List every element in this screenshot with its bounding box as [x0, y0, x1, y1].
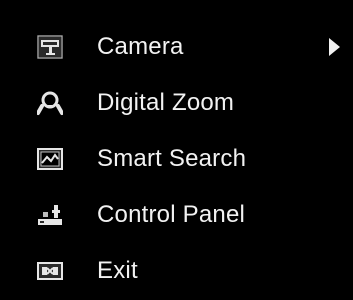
menu-item-label: Camera	[97, 33, 184, 60]
menu-item-camera[interactable]: Camera	[0, 21, 353, 75]
menu-item-smart-search[interactable]: Smart Search	[0, 133, 353, 187]
digital-zoom-icon	[37, 89, 63, 117]
menu-item-label: Digital Zoom	[97, 89, 235, 116]
menu-item-label: Exit	[97, 257, 138, 284]
context-menu: Camera Digital Zoom Smart Search Control…	[0, 0, 353, 300]
menu-item-label: Smart Search	[97, 145, 247, 172]
menu-item-exit[interactable]: Exit	[0, 245, 353, 299]
exit-icon	[37, 257, 63, 285]
menu-item-digital-zoom[interactable]: Digital Zoom	[0, 77, 353, 131]
smart-search-icon	[37, 145, 63, 173]
submenu-arrow-icon	[329, 38, 340, 56]
camera-icon	[37, 33, 63, 61]
menu-item-label: Control Panel	[97, 201, 246, 228]
menu-item-control-panel[interactable]: Control Panel	[0, 189, 353, 243]
control-panel-icon	[37, 201, 63, 229]
